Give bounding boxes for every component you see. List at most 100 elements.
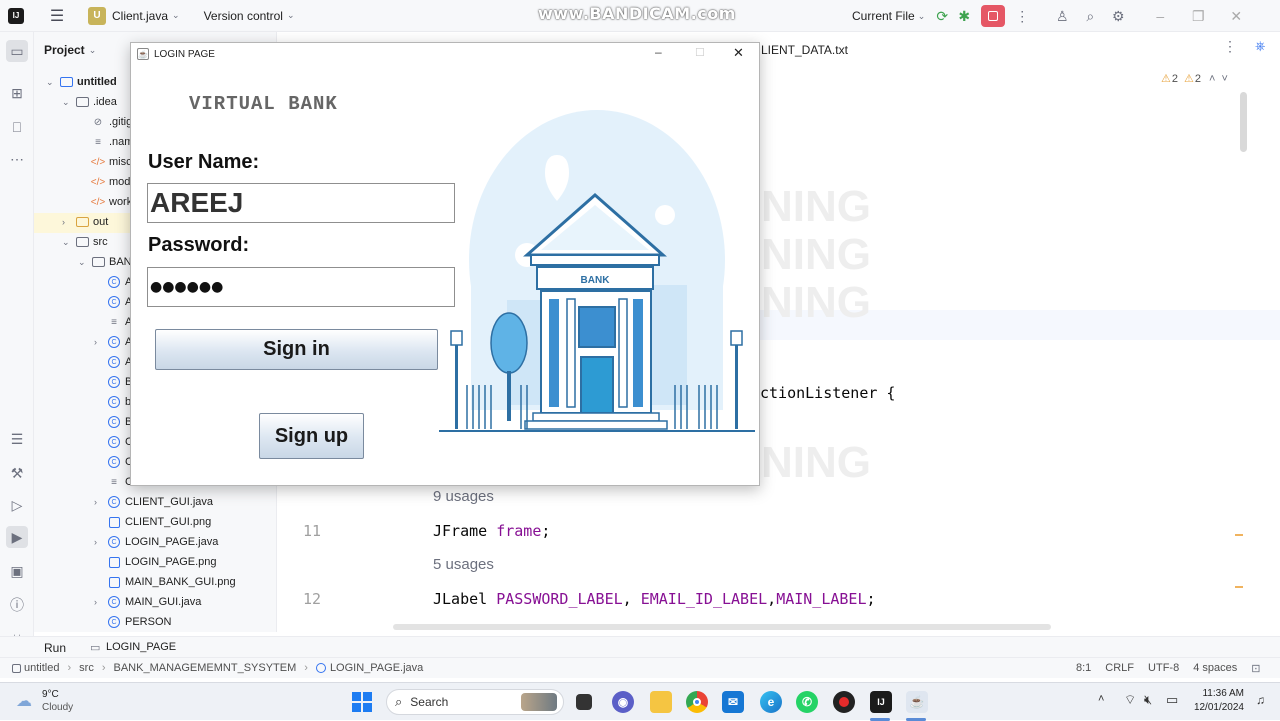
editor-scrollbar[interactable]	[1240, 92, 1247, 152]
tree-item[interactable]: CB	[94, 412, 132, 432]
sign-in-button[interactable]: Sign in	[155, 329, 438, 370]
project-folder-icon[interactable]: ▭	[6, 40, 28, 62]
run-config-selector[interactable]: Current File ⌄	[846, 0, 931, 32]
more-icon[interactable]: ⋮	[1011, 5, 1033, 27]
add-user-icon[interactable]: ♙	[1051, 5, 1073, 27]
run-tab-login-page[interactable]: LOGIN_PAGE	[106, 641, 176, 653]
notification-bell-icon[interactable]: ♫	[1256, 693, 1265, 707]
tree-item[interactable]: </> mod	[78, 172, 131, 192]
tree-item[interactable]: CA	[94, 352, 132, 372]
breadcrumb-src[interactable]: src	[79, 662, 94, 674]
rerun-icon[interactable]: ⟳	[931, 5, 953, 27]
problems-icon[interactable]: ⓘ	[6, 594, 28, 616]
breadcrumb-untitled[interactable]: untitled	[24, 662, 59, 674]
login-window-title-bar[interactable]: ☕ LOGIN PAGE – ☐ ✕	[131, 43, 759, 65]
tree-item[interactable]: Cb	[94, 392, 131, 412]
main-menu-icon[interactable]: ☰	[40, 0, 74, 32]
breadcrumb-file[interactable]: LOGIN_PAGE.java	[330, 662, 423, 674]
expand-arrow-icon[interactable]: ›	[94, 597, 106, 607]
tree-item[interactable]: › C A	[94, 332, 132, 352]
tree-item[interactable]: LOGIN_PAGE.png	[94, 552, 217, 572]
bookmark-icon[interactable]: ⎕	[6, 116, 28, 138]
tree-item[interactable]: CB	[94, 372, 132, 392]
services-icon[interactable]: ▷	[6, 494, 28, 516]
app-logo-icon[interactable]: IJ	[0, 0, 30, 32]
horizontal-scrollbar[interactable]	[393, 624, 1051, 630]
password-field[interactable]: ●●●●●●	[147, 267, 455, 307]
tree-item[interactable]: ≡ C	[94, 472, 133, 492]
tree-item[interactable]: › C MAIN_GUI.java	[94, 592, 201, 612]
expand-arrow-icon[interactable]: ›	[94, 537, 106, 547]
breadcrumb-package[interactable]: BANK_MANAGEMEMNT_SYSYTEM	[114, 662, 297, 674]
indent-setting[interactable]: 4 spaces	[1193, 662, 1237, 675]
intellij-icon[interactable]: IJ	[870, 691, 892, 713]
inspection-widget[interactable]: ⚠ 2 ⚠ 2 ˄ ˅	[1161, 72, 1228, 86]
tree-item[interactable]: CA	[94, 272, 132, 292]
windows-start-icon[interactable]	[352, 692, 372, 712]
expand-arrow-icon[interactable]: ›	[94, 337, 106, 347]
expand-arrow-icon[interactable]: ⌄	[46, 77, 58, 88]
version-control-widget[interactable]: Version control ⌄	[198, 0, 301, 32]
cursor-position[interactable]: 8:1	[1076, 662, 1091, 675]
tree-item[interactable]: ⌄ src	[62, 232, 108, 252]
lock-icon[interactable]: ⊡	[1251, 662, 1260, 675]
more-tools-icon[interactable]: ⋯	[6, 148, 28, 170]
java-app-icon[interactable]: ☕	[906, 691, 928, 713]
settings-gear-icon[interactable]: ⚙	[1107, 5, 1129, 27]
tree-item[interactable]: C PERSON	[94, 612, 171, 632]
close-icon[interactable]: ✕	[733, 45, 744, 61]
teams-icon[interactable]: ◉	[612, 691, 634, 713]
close-icon[interactable]: ✕	[1225, 5, 1247, 27]
file-explorer-icon[interactable]	[650, 691, 672, 713]
mail-icon[interactable]: ✉	[722, 691, 744, 713]
expand-arrow-icon[interactable]: ›	[62, 217, 74, 227]
expand-arrow-icon[interactable]: ⌄	[62, 237, 74, 248]
run-label[interactable]: Run	[44, 641, 66, 655]
tree-item[interactable]: ⌄ BAN	[78, 252, 132, 272]
terminal-icon[interactable]: ▣	[6, 560, 28, 582]
tree-item[interactable]: CC	[94, 432, 133, 452]
bandicam-icon[interactable]	[833, 691, 855, 713]
tree-item[interactable]: CC	[94, 452, 133, 472]
tree-item[interactable]: ⌄ untitled	[46, 72, 117, 92]
tree-item[interactable]: › C CLIENT_GUI.java	[94, 492, 213, 512]
debug-icon[interactable]: ✱	[953, 5, 975, 27]
usage-hint[interactable]: 9 usages	[433, 488, 494, 505]
tree-item[interactable]: ⌄ .idea	[62, 92, 117, 112]
username-field[interactable]: AREEJ	[147, 183, 455, 223]
taskbar-search-box[interactable]: ⌕ Search	[386, 689, 564, 715]
minimize-icon[interactable]: –	[655, 45, 662, 59]
expand-arrow-icon[interactable]: ⌄	[78, 257, 90, 268]
weather-temp[interactable]: 9°C	[42, 689, 59, 700]
clock-time[interactable]: 11:36 AM	[1202, 688, 1244, 699]
tree-item[interactable]: </> misc	[78, 152, 132, 172]
structure-icon[interactable]: ⊞	[6, 82, 28, 104]
tree-item[interactable]: ⊘ .gitig	[78, 112, 132, 132]
run-tool-icon[interactable]: ▶	[6, 526, 28, 548]
tab-more-icon[interactable]: ⋮	[1223, 38, 1237, 55]
minimize-icon[interactable]: –	[1149, 5, 1171, 27]
search-icon[interactable]: ⌕	[1079, 5, 1101, 27]
wifi-icon[interactable]: ⌔	[1124, 692, 1136, 708]
volume-muted-icon[interactable]: 🔇︎	[1144, 692, 1152, 708]
tree-item[interactable]: › C LOGIN_PAGE.java	[94, 532, 218, 552]
tree-item[interactable]: CLIENT_GUI.png	[94, 512, 211, 532]
task-view-icon[interactable]	[576, 694, 592, 710]
file-encoding[interactable]: UTF-8	[1148, 662, 1179, 675]
stop-button[interactable]	[981, 5, 1006, 27]
whatsapp-icon[interactable]: ✆	[796, 691, 818, 713]
restore-icon[interactable]: ❐	[1187, 5, 1209, 27]
tree-item[interactable]: MAIN_BANK_GUI.png	[94, 572, 236, 592]
ai-assistant-icon[interactable]: ⎈	[1255, 38, 1273, 56]
tree-item[interactable]: ≡ .nam	[78, 132, 133, 152]
editor-tab-client-data[interactable]: LIENT_DATA.txt	[761, 43, 848, 57]
project-header[interactable]: Project ⌄	[44, 43, 96, 57]
chrome-icon[interactable]	[686, 691, 708, 713]
clock-date[interactable]: 12/01/2024	[1192, 702, 1244, 713]
usage-hint[interactable]: 5 usages	[433, 556, 494, 573]
edge-icon[interactable]: e	[760, 691, 782, 713]
todo-list-icon[interactable]: ☰	[6, 428, 28, 450]
tree-item[interactable]: ≡ A	[94, 312, 132, 332]
tree-item[interactable]: CA	[94, 292, 132, 312]
tree-item[interactable]: › out	[62, 212, 108, 232]
